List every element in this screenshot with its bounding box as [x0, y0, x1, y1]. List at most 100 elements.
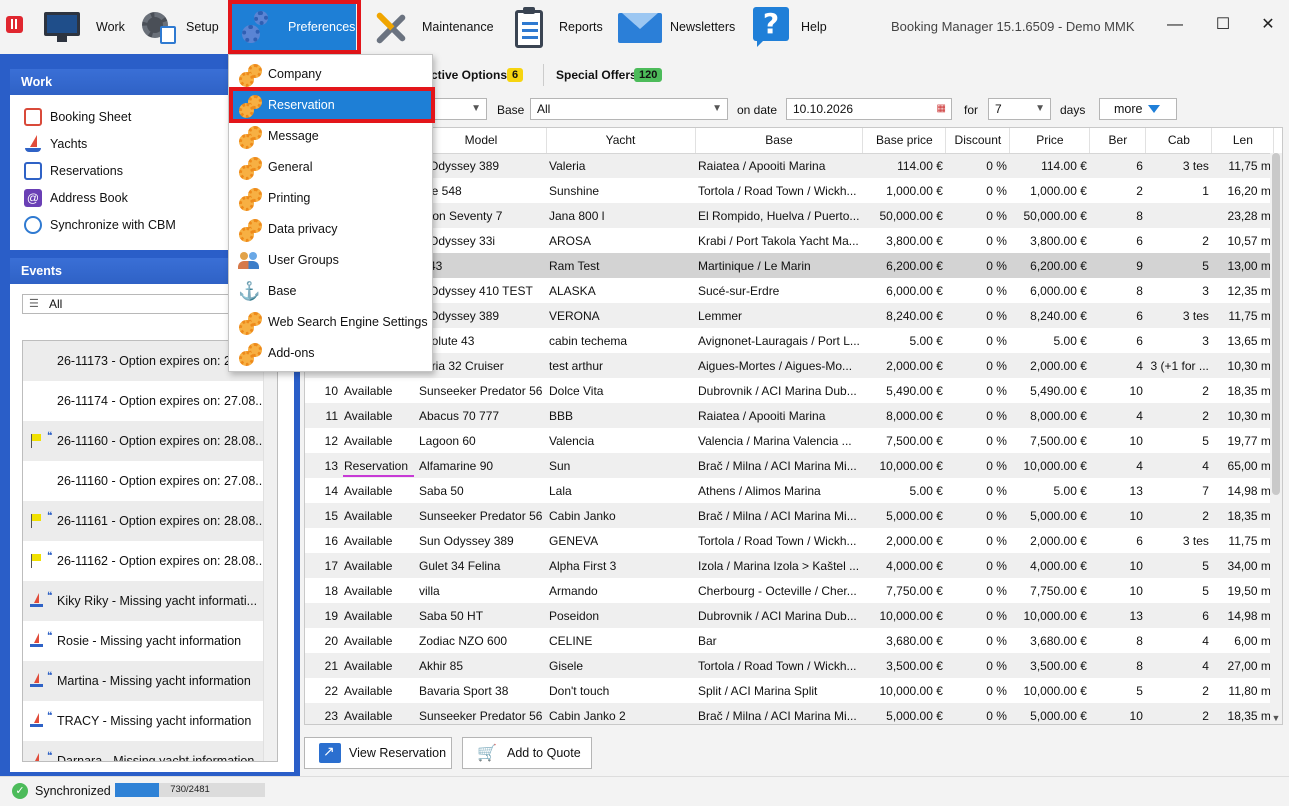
column-header[interactable]: Ber: [1089, 128, 1147, 154]
table-cell: 2,000.00 €: [862, 353, 946, 378]
days-select[interactable]: 7 ▼: [988, 98, 1051, 120]
table-row[interactable]: 10 Available Sunseeker Predator 56 Dolce Vi…: [305, 378, 1274, 403]
table-row[interactable]: 15 Available Sunseeker Predator 56 Cabin Ja…: [305, 503, 1274, 528]
table-row[interactable]: n Odyssey 33i AROSA Krabi / Port Takola Ya…: [305, 228, 1274, 253]
toolbar-preferences-button[interactable]: Preferences: [232, 0, 356, 54]
event-item[interactable]: ❝ Kiky Riky - Missing yacht informati...: [23, 581, 277, 621]
base-select[interactable]: All ▼: [530, 98, 728, 120]
event-item[interactable]: ❝ 26-11160 - Option expires on: 28.08...: [23, 421, 277, 461]
table-row[interactable]: goon Seventy 7 Jana 800 l El Rompido, Huel…: [305, 203, 1274, 228]
table-cell: 8: [1089, 653, 1146, 678]
table-cell: n Odyssey 389: [416, 303, 546, 328]
column-header[interactable]: Base: [695, 128, 864, 154]
table-row[interactable]: n 43Ram TestMartinique / Le Marin6,200.0…: [305, 253, 1274, 278]
event-item[interactable]: ❝ Darnara - Missing yacht information: [23, 741, 277, 761]
menu-item-base[interactable]: ⚓ Base: [230, 275, 432, 306]
toolbar-reports-button[interactable]: Reports: [513, 0, 603, 54]
menu-item-user-groups[interactable]: User Groups: [230, 244, 432, 275]
toolbar-maintenance-button[interactable]: Maintenance: [372, 0, 494, 54]
table-row[interactable]: 12 Available Lagoon 60 Valencia Valencia / M…: [305, 428, 1274, 453]
events-scrollbar[interactable]: [263, 341, 277, 761]
column-header[interactable]: Discount: [945, 128, 1011, 154]
sailboat-icon: ❝: [29, 671, 57, 689]
table-row[interactable]: nse 548 Sunshine Tortola / Road Town / Wic…: [305, 178, 1274, 203]
column-header[interactable]: Price: [1009, 128, 1091, 154]
main-toolbar: Work Setup Preferences Maintenance Repor…: [0, 0, 1289, 54]
menu-item-company[interactable]: Company: [230, 58, 432, 89]
event-item[interactable]: ❝ TRACY - Missing yacht information: [23, 701, 277, 741]
menu-item-reservation[interactable]: Reservation: [230, 89, 432, 120]
calendar-icon[interactable]: ▦: [937, 99, 946, 119]
events-filter-select[interactable]: All: [22, 294, 232, 314]
menu-item-web-search-engine-settings[interactable]: Web Search Engine Settings: [230, 306, 432, 337]
table-row[interactable]: varia 32 Cruiser test arthur Aigues-Mortes…: [305, 353, 1274, 378]
table-cell: 14,98 m: [1227, 483, 1271, 498]
left-filter-select[interactable]: ▼: [433, 98, 487, 120]
table-row[interactable]: 21 Available Akhir 85 Gisele Tortola / Road …: [305, 653, 1274, 678]
event-item[interactable]: ❝ Martina - Missing yacht information: [23, 661, 277, 701]
toolbar-setup-button[interactable]: Setup: [140, 0, 219, 54]
event-item[interactable]: ❝ Rosie - Missing yacht information: [23, 621, 277, 661]
table-row[interactable]: 23 Available Sunseeker Predator 56 Cabin Ja…: [305, 703, 1274, 724]
table-row[interactable]: 19 Available Saba 50 HT Poseidon Dubrovnik /…: [305, 603, 1274, 628]
table-cell: 10: [1129, 433, 1143, 448]
maximize-icon[interactable]: ☐: [1208, 10, 1238, 40]
table-cell: 8: [1136, 283, 1143, 298]
sync-icon: [24, 215, 42, 234]
toolbar-work-button[interactable]: Work: [44, 0, 125, 54]
menu-item-add-ons[interactable]: Add-ons: [230, 337, 432, 368]
menu-item-label: Company: [268, 66, 322, 81]
view-reservation-button[interactable]: View Reservation: [304, 737, 452, 769]
table-cell: ALASKA: [549, 283, 596, 298]
table-row[interactable]: 16 Available Sun Odyssey 389 GENEVA Tortola …: [305, 528, 1274, 553]
special-offers-label[interactable]: Special Offers: [556, 68, 637, 82]
table-row[interactable]: 14 Available Saba 50 Lala Athens / Alimos Ma…: [305, 478, 1274, 503]
event-item[interactable]: 26-11160 - Option expires on: 27.08...: [23, 461, 277, 501]
table-row[interactable]: n Odyssey 389 VERONA Lemmer 8,240.00 €0 % 8,…: [305, 303, 1274, 328]
quote-icon: ❝: [47, 511, 53, 522]
table-cell: Sunshine: [549, 183, 600, 198]
table-row[interactable]: 13 Reservation Alfamarine 90 Sun Brač / Miln…: [305, 453, 1274, 478]
table-row[interactable]: 22 Available Bavaria Sport 38 Don't touch Sp…: [305, 678, 1274, 703]
menu-item-data-privacy[interactable]: Data privacy: [230, 213, 432, 244]
column-header[interactable]: Len: [1211, 128, 1275, 154]
more-button[interactable]: more: [1099, 98, 1177, 120]
table-row[interactable]: 20 Available Zodiac NZO 600 CELINE Bar 3,680.…: [305, 628, 1274, 653]
table-cell: 10,30 m: [1211, 403, 1274, 428]
table-row[interactable]: 11 Available Abacus 70 777 BBB Raiatea / Apo…: [305, 403, 1274, 428]
column-header[interactable]: Yacht: [546, 128, 696, 154]
toolbar-newsletters-button[interactable]: Newsletters: [618, 0, 735, 54]
minimize-icon[interactable]: —: [1160, 10, 1190, 40]
menu-item-printing[interactable]: Printing: [230, 182, 432, 213]
chevron-down-icon: ▼: [712, 103, 722, 114]
grid-scrollbar-thumb[interactable]: [1272, 153, 1280, 495]
column-header[interactable]: Base price: [862, 128, 947, 154]
table-cell: Avignonet-Lauragais / Port L...: [698, 333, 860, 348]
close-icon[interactable]: ✕: [1253, 10, 1283, 40]
active-options-label[interactable]: ctive Options: [431, 68, 507, 82]
toolbar-help-button[interactable]: ? Help: [753, 0, 827, 54]
menu-item-message[interactable]: Message: [230, 120, 432, 151]
event-item[interactable]: ❝ 26-11162 - Option expires on: 28.08...: [23, 541, 277, 581]
scroll-down-icon[interactable]: ▼: [1270, 713, 1282, 723]
table-row[interactable]: n Odyssey 389 Valeria Raiatea / Apooiti Ma…: [305, 153, 1274, 178]
table-row[interactable]: 18 Available villa Armando Cherbourg - Octev…: [305, 578, 1274, 603]
menu-item-label: Add-ons: [268, 345, 315, 360]
date-input[interactable]: 10.10.2026 ▦: [786, 98, 952, 120]
column-header[interactable]: Model: [416, 128, 547, 154]
table-cell: Sunseeker Predator 56: [419, 383, 543, 398]
table-cell: 10,000.00 €: [1023, 683, 1087, 698]
event-item[interactable]: 26-11174 - Option expires on: 27.08...: [23, 381, 277, 421]
table-row[interactable]: bsolute 43 cabin techema Avignonet-Lauraga…: [305, 328, 1274, 353]
add-to-quote-button[interactable]: Add to Quote: [462, 737, 592, 769]
table-cell: Zodiac NZO 600: [419, 633, 508, 648]
event-item[interactable]: ❝ 26-11161 - Option expires on: 28.08...: [23, 501, 277, 541]
table-row[interactable]: n Odyssey 410 TEST ALASKA Sucé-sur-Erdre 6,…: [305, 278, 1274, 303]
table-row[interactable]: 17 Available Gulet 34 Felina Alpha First 3I…: [305, 553, 1274, 578]
table-cell: Valencia: [549, 433, 595, 448]
grid-scrollbar[interactable]: ▼: [1270, 153, 1282, 724]
sync-status-label: Synchronized: [35, 784, 111, 798]
menu-item-general[interactable]: General: [230, 151, 432, 182]
table-cell: 3 tes: [1145, 303, 1212, 328]
column-header[interactable]: Cab: [1145, 128, 1213, 154]
